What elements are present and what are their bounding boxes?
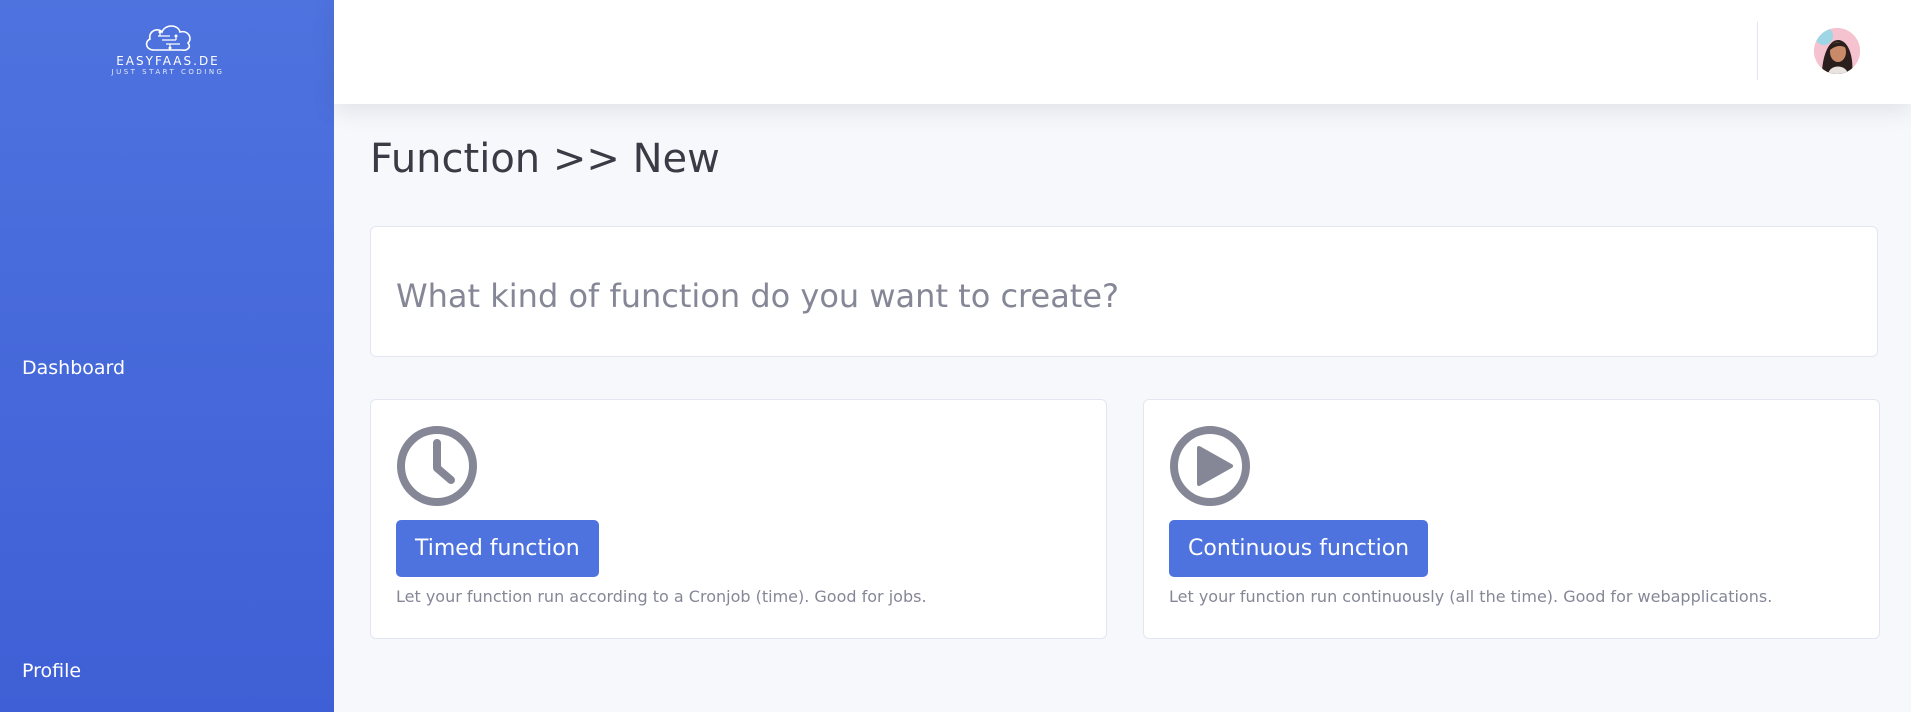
continuous-function-card: Continuous function Let your function ru… — [1143, 399, 1880, 639]
brand-tagline: JUST START CODING — [111, 68, 225, 76]
brand-logo[interactable]: EASYFAAS.DE JUST START CODING — [108, 20, 228, 90]
brand-name: EASYFAAS.DE — [116, 54, 220, 68]
cloud-circuit-icon — [145, 25, 191, 51]
sidebar-item-dashboard[interactable]: Dashboard — [22, 357, 125, 379]
clock-icon — [397, 426, 477, 506]
sidebar-item-profile[interactable]: Profile — [22, 660, 81, 682]
timed-function-description: Let your function run according to a Cro… — [396, 587, 927, 606]
question-card: What kind of function do you want to cre… — [370, 226, 1878, 357]
user-avatar[interactable] — [1814, 28, 1860, 74]
page-title: Function >> New — [370, 136, 720, 182]
play-circle-icon — [1170, 426, 1250, 506]
continuous-function-button[interactable]: Continuous function — [1169, 520, 1429, 577]
topbar — [334, 0, 1911, 104]
question-heading: What kind of function do you want to cre… — [396, 277, 1120, 315]
timed-function-card: Timed function Let your function run acc… — [370, 399, 1107, 639]
timed-function-button[interactable]: Timed function — [396, 520, 599, 577]
sidebar: EASYFAAS.DE JUST START CODING Dashboard … — [0, 0, 334, 712]
continuous-function-description: Let your function run continuously (all … — [1169, 587, 1773, 606]
topbar-divider — [1757, 22, 1758, 80]
avatar-image — [1814, 28, 1860, 74]
